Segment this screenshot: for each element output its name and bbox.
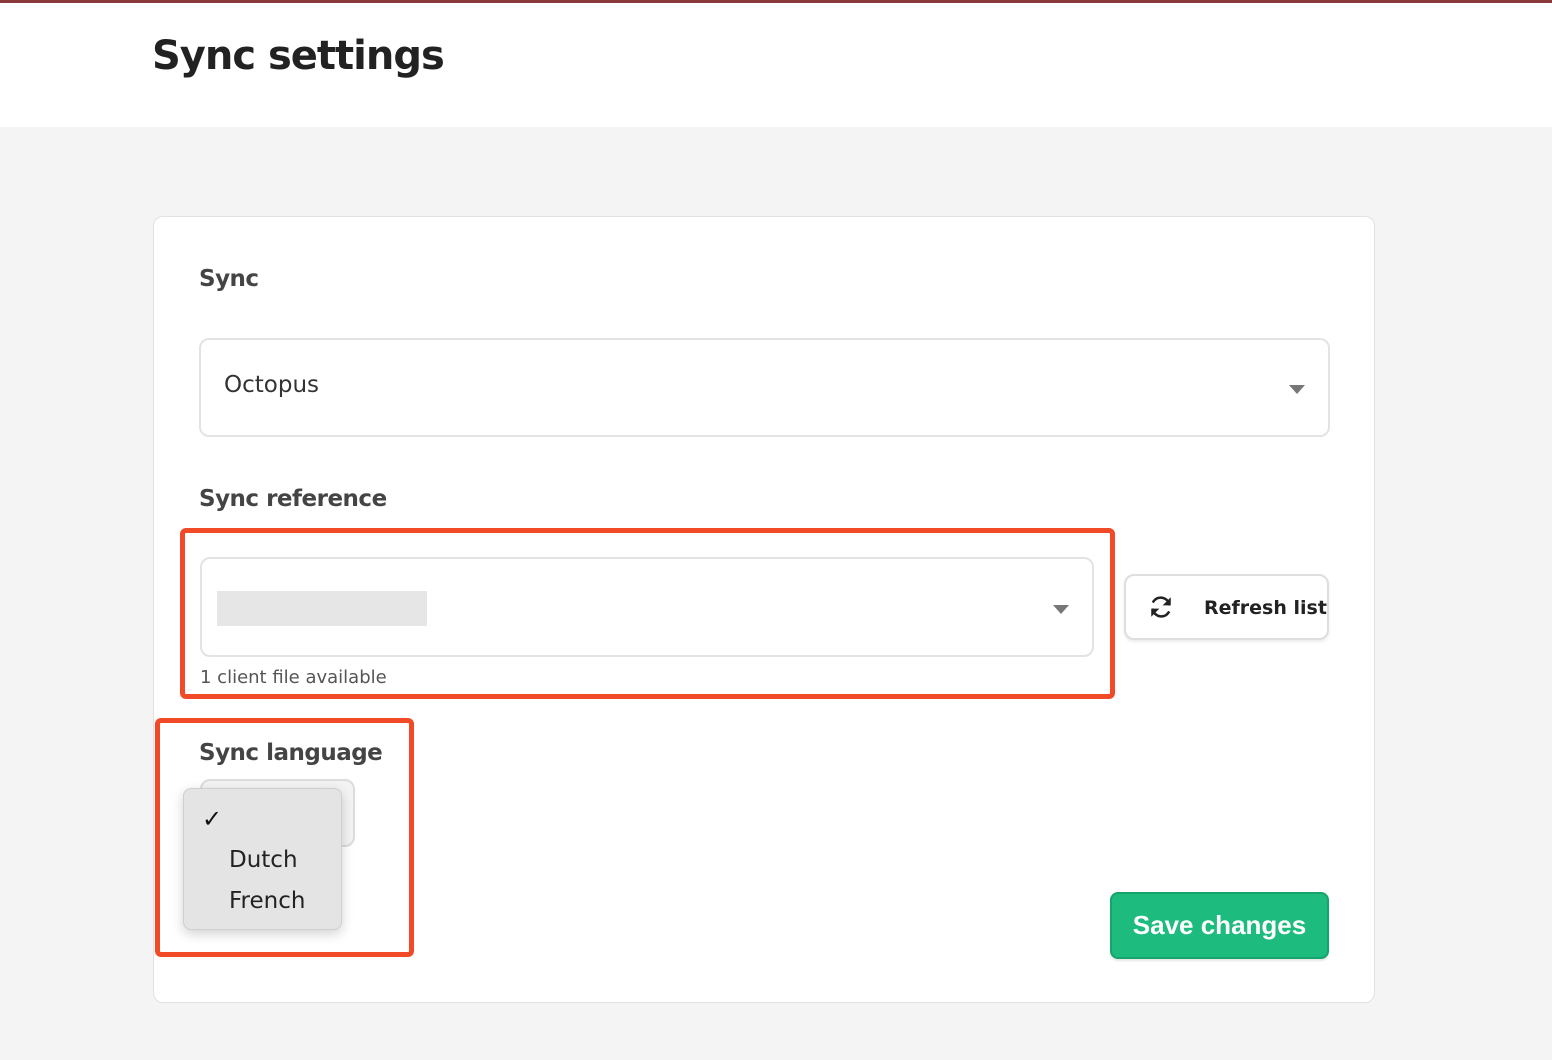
client-file-count-hint: 1 client file available (200, 667, 387, 688)
checkmark-icon[interactable]: ✓ (202, 805, 222, 833)
save-changes-button[interactable]: Save changes (1110, 892, 1329, 959)
chevron-down-icon (1289, 385, 1305, 394)
sync-select[interactable]: Octopus (199, 338, 1330, 437)
refresh-list-button[interactable]: Refresh list (1124, 574, 1329, 640)
chevron-down-icon (1053, 605, 1069, 614)
language-option-french[interactable]: French (229, 888, 305, 914)
sync-reference-label: Sync reference (199, 486, 387, 512)
refresh-icon (1151, 596, 1171, 618)
sync-label: Sync (199, 266, 259, 292)
sync-language-dropdown-menu: ✓ Dutch French (183, 788, 342, 930)
sync-select-value: Octopus (224, 372, 319, 398)
refresh-list-label: Refresh list (1204, 597, 1327, 619)
redacted-value-placeholder (217, 591, 427, 626)
language-option-dutch[interactable]: Dutch (229, 847, 298, 873)
page-header: Sync settings (0, 3, 1552, 127)
page-title: Sync settings (152, 33, 445, 79)
sync-language-label: Sync language (199, 740, 383, 766)
sync-reference-select[interactable] (200, 557, 1094, 657)
